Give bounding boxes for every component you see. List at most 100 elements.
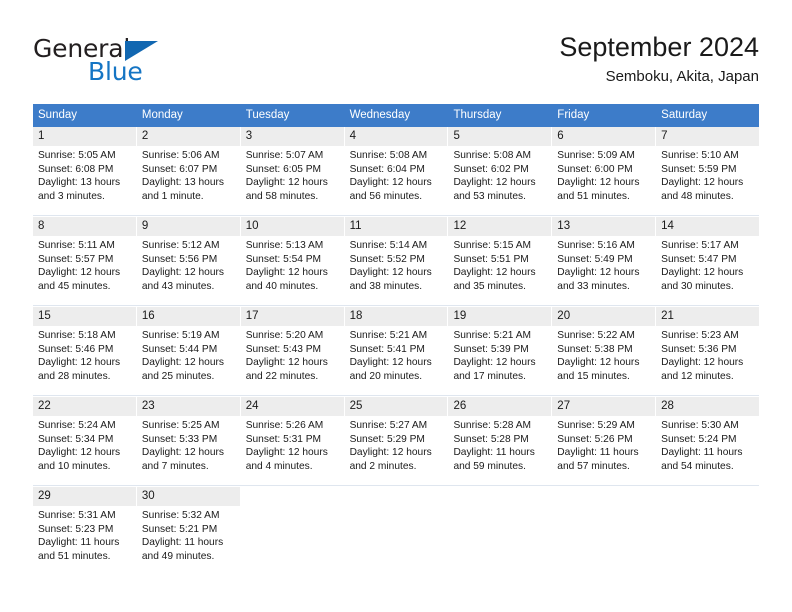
daylight-text-line2: and 1 minute.	[141, 190, 204, 202]
day-cell[interactable]: 10 Sunrise: 5:13 AM Sunset: 5:54 PM Dayl…	[240, 217, 345, 305]
day-number: 26	[448, 397, 552, 416]
day-number: 24	[240, 397, 344, 416]
general-blue-logo[interactable]: General Blue	[33, 34, 223, 90]
sunset-text: Sunset: 5:34 PM	[38, 433, 114, 445]
day-cell[interactable]: 22 Sunrise: 5:24 AM Sunset: 5:34 PM Dayl…	[33, 397, 137, 485]
daylight-text-line1: Daylight: 12 hours	[245, 177, 328, 189]
day-cell[interactable]: 9 Sunrise: 5:12 AM Sunset: 5:56 PM Dayli…	[136, 217, 241, 305]
daylight-text-line2: and 59 minutes.	[453, 460, 526, 472]
day-cell[interactable]: 6 Sunrise: 5:09 AM Sunset: 6:00 PM Dayli…	[552, 127, 657, 215]
day-details: Sunrise: 5:30 AM Sunset: 5:24 PM Dayligh…	[656, 416, 759, 477]
day-number: 8	[33, 217, 136, 236]
day-number: 1	[33, 127, 136, 146]
day-cell[interactable]: 17 Sunrise: 5:20 AM Sunset: 5:43 PM Dayl…	[240, 307, 345, 395]
day-cell[interactable]: 15 Sunrise: 5:18 AM Sunset: 5:46 PM Dayl…	[33, 307, 137, 395]
day-cell[interactable]: 19 Sunrise: 5:21 AM Sunset: 5:39 PM Dayl…	[448, 307, 553, 395]
sunrise-text: Sunrise: 5:08 AM	[453, 150, 532, 161]
weekday-header-wednesday: Wednesday	[344, 104, 449, 127]
sunset-text: Sunset: 5:49 PM	[557, 253, 633, 265]
daylight-text-line1: Daylight: 12 hours	[453, 177, 536, 189]
day-cell[interactable]: 20 Sunrise: 5:22 AM Sunset: 5:38 PM Dayl…	[552, 307, 657, 395]
sunset-text: Sunset: 5:28 PM	[453, 433, 529, 445]
day-cell[interactable]: 7 Sunrise: 5:10 AM Sunset: 5:59 PM Dayli…	[656, 127, 760, 215]
daylight-text-line1: Daylight: 11 hours	[453, 447, 535, 459]
sunrise-text: Sunrise: 5:19 AM	[141, 330, 220, 341]
daylight-text-line2: and 7 minutes.	[141, 460, 209, 472]
day-cell[interactable]: 30 Sunrise: 5:32 AM Sunset: 5:21 PM Dayl…	[136, 487, 241, 575]
day-cell[interactable]: 28 Sunrise: 5:30 AM Sunset: 5:24 PM Dayl…	[656, 397, 760, 485]
day-cell[interactable]: 29 Sunrise: 5:31 AM Sunset: 5:23 PM Dayl…	[33, 487, 137, 575]
day-cell[interactable]: 23 Sunrise: 5:25 AM Sunset: 5:33 PM Dayl…	[136, 397, 241, 485]
sunset-text: Sunset: 5:41 PM	[349, 343, 425, 355]
day-number: 12	[448, 217, 552, 236]
day-details: Sunrise: 5:20 AM Sunset: 5:43 PM Dayligh…	[241, 326, 344, 387]
day-cell[interactable]: 2 Sunrise: 5:06 AM Sunset: 6:07 PM Dayli…	[136, 127, 241, 215]
sunrise-text: Sunrise: 5:07 AM	[245, 150, 324, 161]
sunrise-text: Sunrise: 5:20 AM	[245, 330, 324, 341]
sunrise-text: Sunrise: 5:14 AM	[349, 240, 428, 251]
weekday-header-friday: Friday	[552, 104, 657, 127]
sunset-text: Sunset: 5:33 PM	[141, 433, 218, 445]
day-details: Sunrise: 5:29 AM Sunset: 5:26 PM Dayligh…	[552, 416, 655, 477]
day-details: Sunrise: 5:11 AM Sunset: 5:57 PM Dayligh…	[33, 236, 136, 297]
day-cell[interactable]: 18 Sunrise: 5:21 AM Sunset: 5:41 PM Dayl…	[344, 307, 449, 395]
day-cell[interactable]: 25 Sunrise: 5:27 AM Sunset: 5:29 PM Dayl…	[344, 397, 449, 485]
daylight-text-line2: and 53 minutes.	[453, 190, 526, 202]
day-details: Sunrise: 5:12 AM Sunset: 5:56 PM Dayligh…	[137, 236, 240, 297]
day-number: 4	[344, 127, 448, 146]
weekday-header-sunday: Sunday	[33, 104, 137, 127]
sunrise-text: Sunrise: 5:06 AM	[141, 150, 220, 161]
day-details: Sunrise: 5:22 AM Sunset: 5:38 PM Dayligh…	[552, 326, 655, 387]
sunrise-text: Sunrise: 5:23 AM	[661, 330, 739, 341]
daylight-text-line2: and 56 minutes.	[349, 190, 423, 202]
day-cell[interactable]: 14 Sunrise: 5:17 AM Sunset: 5:47 PM Dayl…	[656, 217, 760, 305]
daylight-text-line1: Daylight: 12 hours	[557, 177, 640, 189]
day-details: Sunrise: 5:26 AM Sunset: 5:31 PM Dayligh…	[241, 416, 344, 477]
day-cell[interactable]: 21 Sunrise: 5:23 AM Sunset: 5:36 PM Dayl…	[656, 307, 760, 395]
day-cell[interactable]: 8 Sunrise: 5:11 AM Sunset: 5:57 PM Dayli…	[33, 217, 137, 305]
sunset-text: Sunset: 5:57 PM	[38, 253, 114, 265]
daylight-text-line1: Daylight: 12 hours	[245, 447, 328, 459]
day-cell-empty	[448, 487, 553, 575]
sunrise-text: Sunrise: 5:28 AM	[453, 420, 532, 431]
week-row: 29 Sunrise: 5:31 AM Sunset: 5:23 PM Dayl…	[33, 486, 760, 575]
daylight-text-line2: and 20 minutes.	[349, 370, 423, 382]
day-number: 6	[552, 127, 656, 146]
day-cell[interactable]: 4 Sunrise: 5:08 AM Sunset: 6:04 PM Dayli…	[344, 127, 449, 215]
sunset-text: Sunset: 5:46 PM	[38, 343, 114, 355]
title-block: September 2024 Semboku, Akita, Japan	[559, 30, 759, 88]
daylight-text-line2: and 15 minutes.	[557, 370, 630, 382]
day-number	[448, 487, 552, 506]
sunset-text: Sunset: 5:44 PM	[141, 343, 218, 355]
day-number: 25	[344, 397, 448, 416]
day-cell[interactable]: 3 Sunrise: 5:07 AM Sunset: 6:05 PM Dayli…	[240, 127, 345, 215]
day-number: 30	[136, 487, 240, 506]
day-number: 5	[448, 127, 552, 146]
day-cell[interactable]: 27 Sunrise: 5:29 AM Sunset: 5:26 PM Dayl…	[552, 397, 657, 485]
day-number: 21	[656, 307, 760, 326]
day-cell-empty	[344, 487, 449, 575]
sunrise-text: Sunrise: 5:29 AM	[557, 420, 635, 431]
day-cell[interactable]: 11 Sunrise: 5:14 AM Sunset: 5:52 PM Dayl…	[344, 217, 449, 305]
day-number: 19	[448, 307, 552, 326]
day-number: 2	[136, 127, 240, 146]
sunset-text: Sunset: 5:24 PM	[661, 433, 737, 445]
day-cell[interactable]: 24 Sunrise: 5:26 AM Sunset: 5:31 PM Dayl…	[240, 397, 345, 485]
sunrise-text: Sunrise: 5:15 AM	[453, 240, 532, 251]
day-cell[interactable]: 5 Sunrise: 5:08 AM Sunset: 6:02 PM Dayli…	[448, 127, 553, 215]
daylight-text-line1: Daylight: 12 hours	[349, 447, 432, 459]
day-cell[interactable]: 16 Sunrise: 5:19 AM Sunset: 5:44 PM Dayl…	[136, 307, 241, 395]
week-row: 8 Sunrise: 5:11 AM Sunset: 5:57 PM Dayli…	[33, 216, 760, 305]
day-details: Sunrise: 5:10 AM Sunset: 5:59 PM Dayligh…	[656, 146, 759, 207]
daylight-text-line1: Daylight: 11 hours	[661, 447, 743, 459]
day-number: 18	[344, 307, 448, 326]
day-cell[interactable]: 26 Sunrise: 5:28 AM Sunset: 5:28 PM Dayl…	[448, 397, 553, 485]
day-cell[interactable]: 1 Sunrise: 5:05 AM Sunset: 6:08 PM Dayli…	[33, 127, 137, 215]
daylight-text-line1: Daylight: 11 hours	[557, 447, 639, 459]
daylight-text-line2: and 51 minutes.	[557, 190, 630, 202]
day-details: Sunrise: 5:17 AM Sunset: 5:47 PM Dayligh…	[656, 236, 759, 297]
day-cell[interactable]: 12 Sunrise: 5:15 AM Sunset: 5:51 PM Dayl…	[448, 217, 553, 305]
sunset-text: Sunset: 6:04 PM	[349, 163, 425, 175]
day-cell[interactable]: 13 Sunrise: 5:16 AM Sunset: 5:49 PM Dayl…	[552, 217, 657, 305]
daylight-text-line1: Daylight: 12 hours	[349, 177, 432, 189]
